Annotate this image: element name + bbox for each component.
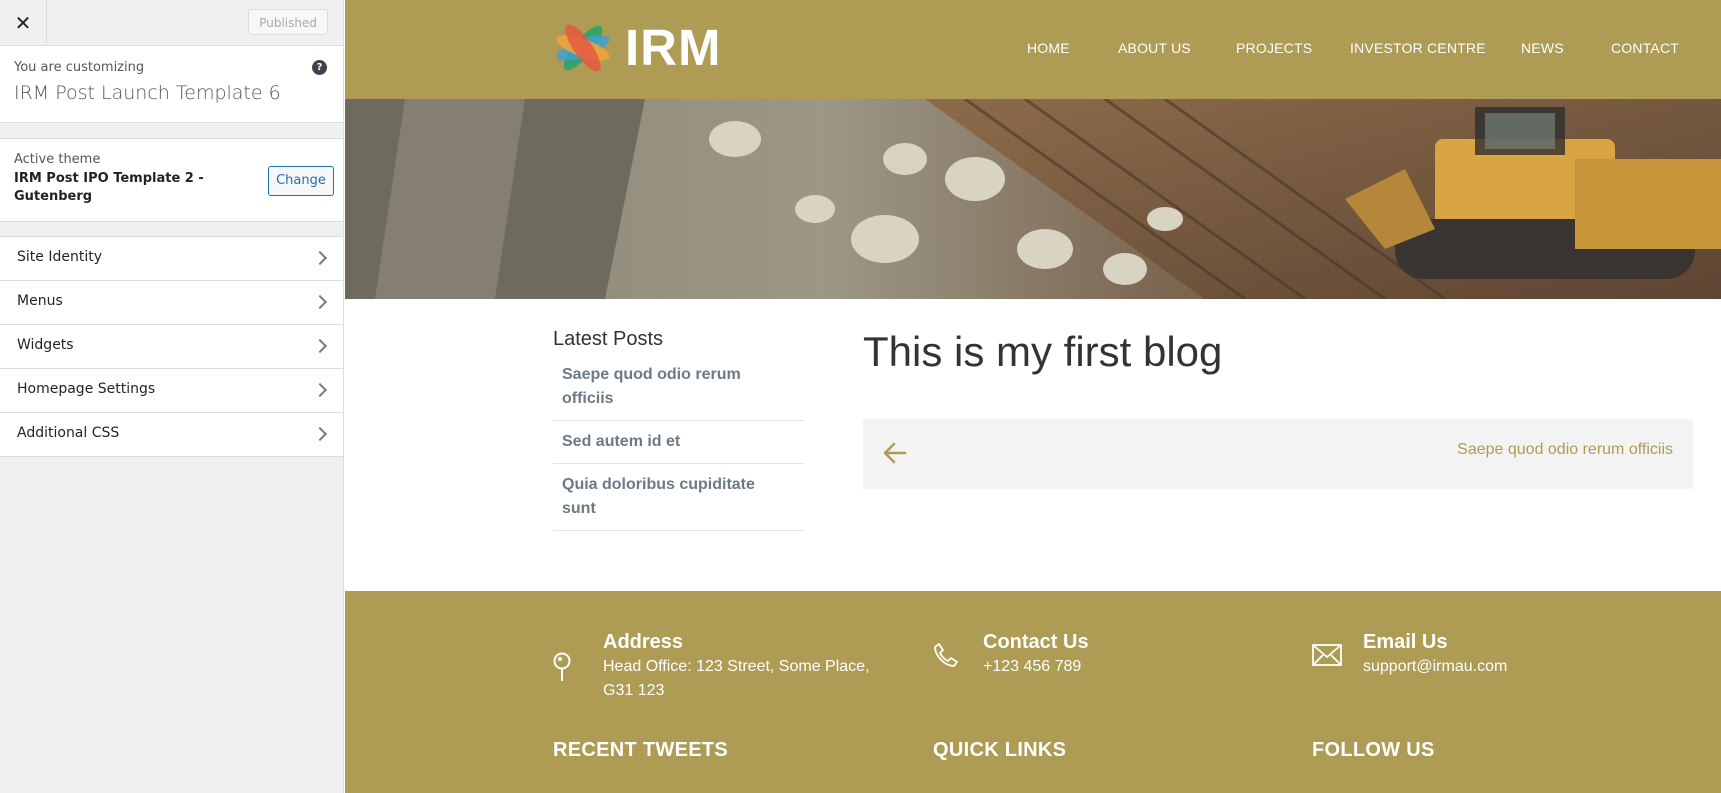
publish-button[interactable]: Published <box>248 9 328 35</box>
next-post-link[interactable]: Saepe quod odio rerum officiis <box>1457 441 1673 459</box>
latest-post-link[interactable]: Sed autem id et <box>562 430 782 454</box>
latest-post-link[interactable]: Quia doloribus cupiditate sunt <box>562 473 782 521</box>
address-title: Address <box>603 631 684 653</box>
section-widgets[interactable]: Widgets <box>0 325 343 369</box>
map-pin-icon <box>553 652 571 681</box>
section-label: Menus <box>17 293 63 309</box>
chevron-right-icon <box>312 250 328 266</box>
section-label: Widgets <box>17 337 74 353</box>
active-theme-panel: Active theme IRM Post IPO Template 2 - G… <box>0 138 343 222</box>
chevron-right-icon <box>312 294 328 310</box>
phone-icon <box>934 643 958 667</box>
post-navigation: Saepe quod odio rerum officiis <box>863 419 1693 489</box>
customizer-sidebar: ✕ Published You are customizing IRM Post… <box>0 0 344 793</box>
section-label: Site Identity <box>17 249 102 265</box>
email-address[interactable]: support@irmau.com <box>1363 655 1507 679</box>
section-site-identity[interactable]: Site Identity <box>0 237 343 281</box>
section-homepage-settings[interactable]: Homepage Settings <box>0 369 343 413</box>
nav-projects[interactable]: PROJECTS <box>1236 40 1312 56</box>
nav-contact[interactable]: CONTACT <box>1611 40 1679 56</box>
customizing-label: You are customizing <box>14 60 145 75</box>
quick-links-heading: QUICK LINKS <box>933 739 1067 761</box>
divider <box>553 420 804 421</box>
close-customizer-button[interactable]: ✕ <box>0 0 47 45</box>
section-menus[interactable]: Menus <box>0 281 343 325</box>
site-name: IRM Post Launch Template 6 <box>14 82 281 104</box>
post-title: This is my first blog <box>863 328 1223 375</box>
chevron-right-icon <box>312 382 328 398</box>
nav-about-us[interactable]: ABOUT US <box>1118 40 1191 56</box>
chevron-right-icon <box>312 338 328 354</box>
customizing-info: You are customizing IRM Post Launch Temp… <box>0 46 343 123</box>
arrow-left-icon[interactable] <box>881 439 909 467</box>
change-theme-button[interactable]: Change <box>268 166 334 196</box>
section-label: Additional CSS <box>17 425 120 441</box>
contact-phone[interactable]: +123 456 789 <box>983 655 1081 679</box>
nav-news[interactable]: NEWS <box>1521 40 1564 56</box>
latest-post-link[interactable]: Saepe quod odio rerum officiis <box>562 363 782 411</box>
address-text: Head Office: 123 Street, Some Place, G31… <box>603 658 870 699</box>
nav-home[interactable]: HOME <box>1027 40 1070 56</box>
recent-tweets-heading: RECENT TWEETS <box>553 739 729 761</box>
contact-title: Contact Us <box>983 631 1089 653</box>
site-header: IRM HOME ABOUT US PROJECTS INVESTOR CENT… <box>345 0 1721 99</box>
chevron-right-icon <box>312 426 328 442</box>
divider <box>553 463 804 464</box>
theme-name: IRM Post IPO Template 2 - Gutenberg <box>14 171 204 204</box>
email-title: Email Us <box>1363 631 1448 653</box>
site-preview: IRM HOME ABOUT US PROJECTS INVESTOR CENT… <box>345 0 1721 793</box>
help-icon[interactable]: ? <box>312 60 327 75</box>
active-theme-label: Active theme <box>14 152 101 167</box>
follow-us-heading: FOLLOW US <box>1312 739 1435 761</box>
section-label: Homepage Settings <box>17 381 156 397</box>
latest-posts-title: Latest Posts <box>553 328 664 350</box>
customizer-sections: Site Identity Menus Widgets Homepage Set… <box>0 236 343 457</box>
divider <box>553 530 804 531</box>
hero-banner-image <box>345 99 1721 299</box>
nav-investor-centre[interactable]: INVESTOR CENTRE <box>1350 40 1486 56</box>
email-icon <box>1312 644 1342 666</box>
site-footer: Address Head Office: 123 Street, Some Pl… <box>345 591 1721 793</box>
logo-text[interactable]: IRM <box>625 18 721 78</box>
section-additional-css[interactable]: Additional CSS <box>0 413 343 457</box>
customizer-header: ✕ Published <box>0 0 343 46</box>
close-icon: ✕ <box>14 10 32 35</box>
